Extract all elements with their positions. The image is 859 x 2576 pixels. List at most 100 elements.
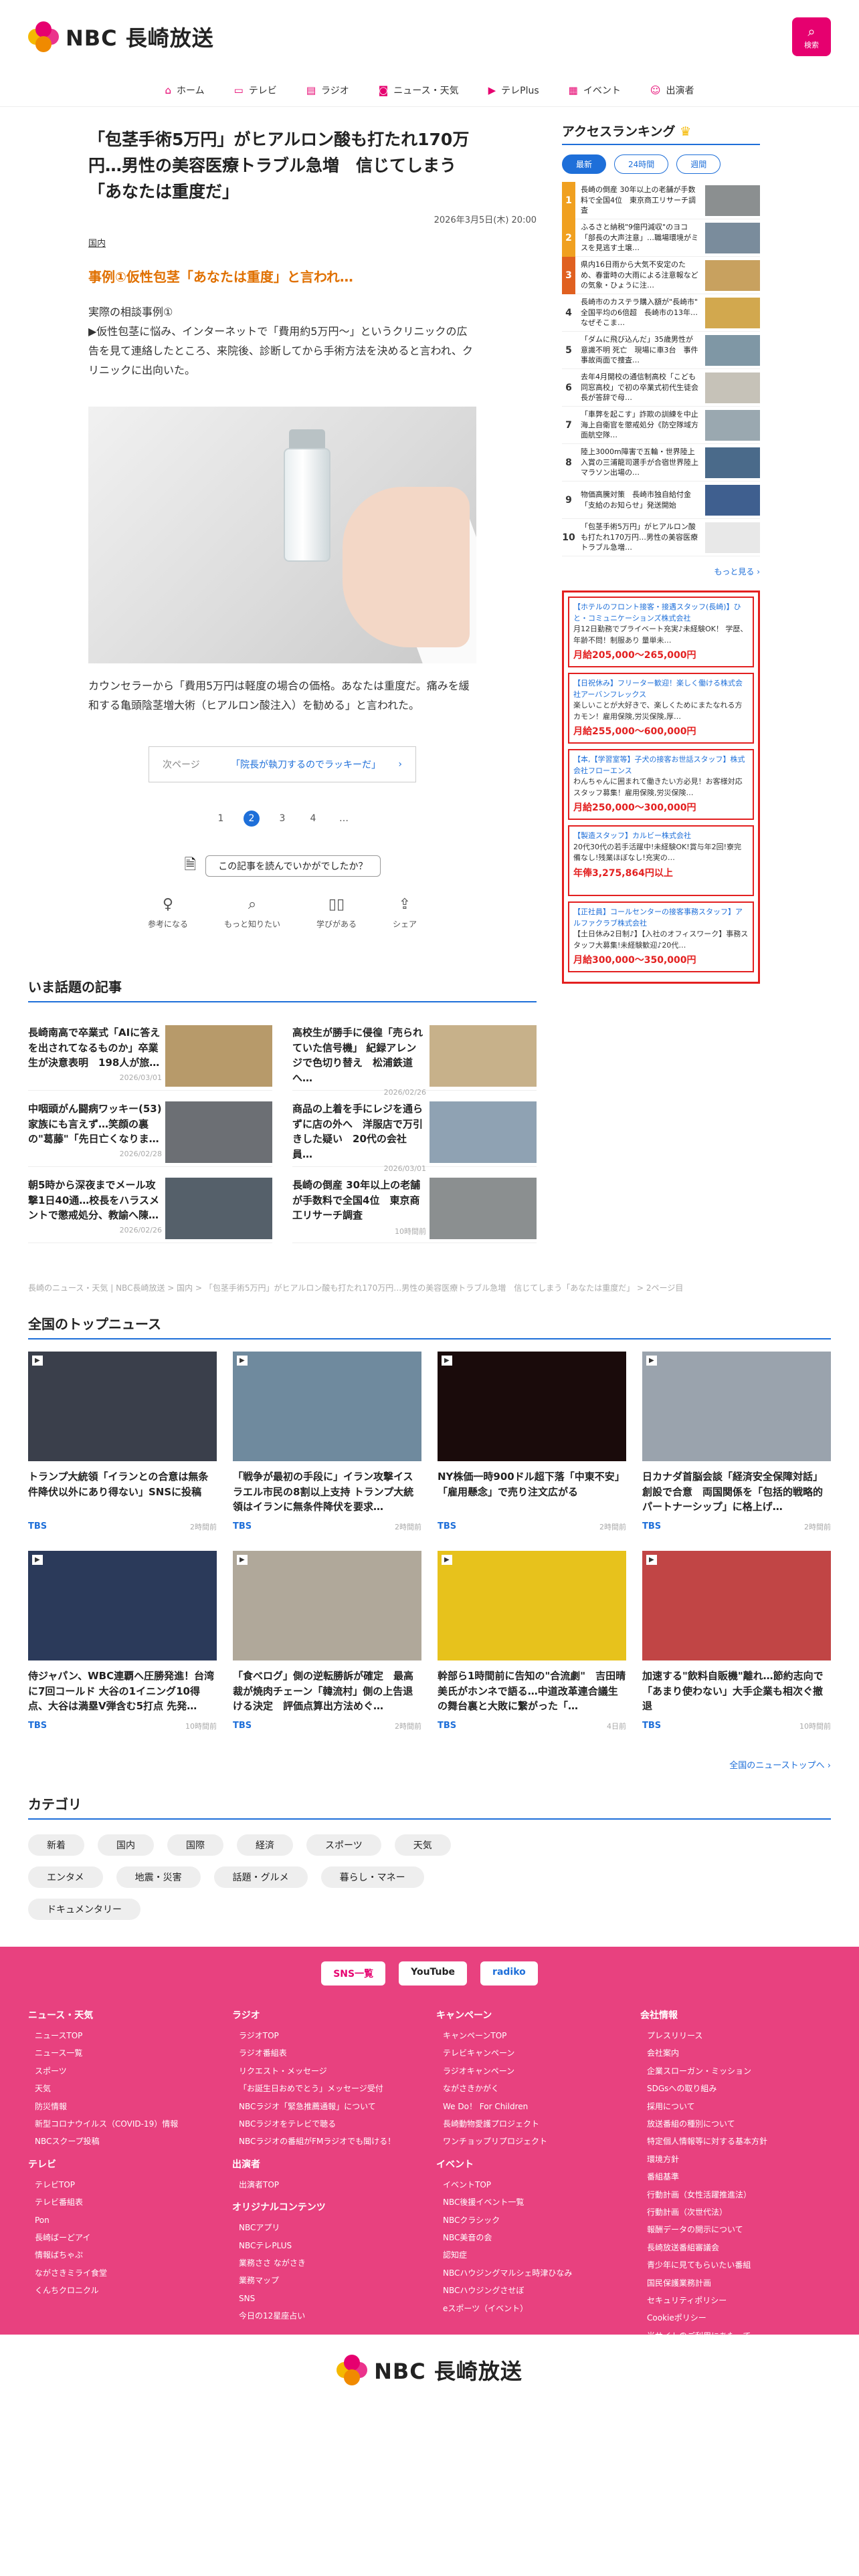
footer-link[interactable]: NBCアプリ [232,2219,423,2236]
page-link[interactable]: 1 [213,811,229,827]
footer-link[interactable]: 環境方針 [640,2151,831,2168]
page-link[interactable]: … [336,811,352,827]
footer-link[interactable]: キャンペーンTOP [436,2027,627,2044]
footer-link[interactable]: NBCハウジングマルシェ時津ひなみ [436,2264,627,2282]
footer-link[interactable]: NBCラジオ「緊急推薦通報」について [232,2098,423,2115]
footer-link[interactable]: ニュースTOP [28,2027,219,2044]
footer-link[interactable]: 業務ささ ながさき [232,2254,423,2272]
footer-link[interactable]: 当サイトのご利用にあたって [640,2327,831,2345]
footer-link[interactable]: 会社案内 [640,2044,831,2062]
ranking-tab[interactable]: 最新 [562,154,607,174]
footer-link[interactable]: 長崎ばーどアイ [28,2229,219,2246]
trending-item[interactable]: 朝5時から深夜までメール攻撃1日40通…校長をハラスメントで懲戒処分、教諭へ陳…… [28,1167,272,1244]
category-chip[interactable]: 国内 [98,1834,154,1856]
footer-link[interactable]: SNS [232,2290,423,2307]
footer-group-title[interactable]: キャンペーン [436,2008,627,2022]
trending-item[interactable]: 長崎の倒産 30年以上の老舗が手数料で全国4位 東京商工リサーチ調査 10時間前 [292,1167,537,1244]
ranking-item[interactable]: 7 「車弊を起こす」詐欺の訓練を中止 海上自衛官を懲戒処分《防空隊域方面航空隊… [562,407,760,444]
job-ad[interactable]: 【本,【学習室等】子犬の接客お世話スタッフ】株式会社フローエンス わんちゃんに囲ま… [568,749,754,820]
footer-link[interactable]: テレビ番組表 [28,2193,219,2211]
footer-link[interactable]: テレビTOP [28,2176,219,2193]
footer-link[interactable]: くんちクロニクル [28,2282,219,2299]
top-news-item[interactable]: ▶ 幹部ら1時間前に告知の"合流劇" 吉田晴美氏がホンネで語る…中道改革連合議生の… [438,1551,626,1731]
footer-link[interactable]: 行動計画（女性活躍推進法） [640,2186,831,2204]
job-ad[interactable]: 【正社員】コールセンターの接客事務スタッフ】アルファクラブ株式会社 【土日休み2日… [568,901,754,972]
reaction-button[interactable]: ♀ 参考になる [148,896,188,930]
footer-external-link[interactable]: radiko [480,1961,538,1986]
top-news-item[interactable]: ▶ 侍ジャパン、WBC連覇へ圧勝発進！台湾に7回コールド 大谷の1イニング10得点… [28,1551,217,1731]
ranking-item[interactable]: 1 長崎の倒産 30年以上の老舗が手数料で全国4位 東京商工リサーチ調査 [562,181,760,219]
footer-link[interactable]: Pon [28,2212,219,2229]
job-ad[interactable]: 【日祝休み】フリーター歓迎！楽しく働ける株式会社アーバンフレックス 楽しいことが大… [568,673,754,744]
job-ad[interactable]: 【ホテルのフロント接客・接遇スタッフ(長崎)】ひと・コミュニケーションズ株式会社… [568,597,754,667]
footer-link[interactable]: 採用について [640,2098,831,2115]
footer-group-title[interactable]: 会社情報 [640,2008,831,2022]
nav-item-6[interactable]: ☺ 出演者 [650,84,694,97]
page-link[interactable]: 3 [274,811,290,827]
category-chip[interactable]: 地震・災害 [116,1866,201,1889]
trending-item[interactable]: 商品の上着を手にレジを通らずに店の外へ 洋服店で万引きした疑い 20代の会社員…… [292,1091,537,1173]
footer-link[interactable]: ワンチョップリプロジェクト [436,2133,627,2150]
ranking-item[interactable]: 8 陸上3000m障害で五輪・世界陸上入賞の三浦龍司選手が合宿世界陸上マラソン出場… [562,444,760,481]
footer-link[interactable]: 国民保護業務計画 [640,2274,831,2292]
footer-link[interactable]: 防災情報 [28,2098,219,2115]
article-region-link[interactable]: 国内 [28,225,537,249]
footer-group-title[interactable]: ニュース・天気 [28,2008,219,2022]
reaction-button[interactable]: ▯▯ 学びがある [316,896,357,930]
next-page-link[interactable]: 次ページ 「院長が執刀するのでラッキーだ」 › [149,746,416,783]
trending-item[interactable]: 中咽頭がん闘病ワッキー(53) 家族にも言えず…笑顔の裏の"葛藤"「先日亡くなり… [28,1091,272,1168]
category-chip[interactable]: 天気 [394,1834,451,1856]
footer-link[interactable]: Cookieポリシー [640,2309,831,2327]
footer-group-title[interactable]: イベント [436,2157,627,2171]
category-chip[interactable]: 新着 [28,1834,84,1856]
site-logo[interactable]: NBC 長崎放送 [28,21,214,52]
footer-link[interactable]: 新型コロナウイルス（COVID-19）情報 [28,2115,219,2133]
footer-link[interactable]: 業務マップ [232,2272,423,2289]
footer-link[interactable]: ながさきかがく [436,2080,627,2097]
trending-item[interactable]: 高校生が勝手に侵徨「売られていた信号機」 紀録アレンジで色切り替え 松浦鉄道へ…… [292,1014,537,1097]
footer-link[interactable]: 天気 [28,2080,219,2097]
footer-link[interactable]: NBC美音の会 [436,2229,627,2246]
nav-item-4[interactable]: ▶ テレPlus [488,84,539,97]
nav-item-5[interactable]: ▦ イベント [569,84,621,97]
footer-link[interactable]: NBCラジオをテレビで聴る [232,2115,423,2133]
footer-link[interactable]: We Do！ For Children [436,2098,627,2115]
footer-external-link[interactable]: YouTube [399,1961,468,1986]
footer-link[interactable]: 企業スローガン・ミッション [640,2062,831,2080]
top-news-more-link[interactable]: 全国のニューストップへ › [28,1758,831,1771]
footer-link[interactable]: ラジオキャンペーン [436,2062,627,2080]
ranking-item[interactable]: 9 物価高騰対策 長崎市独自給付金「支給のお知らせ」発送開始 [562,481,760,519]
ranking-item[interactable]: 2 ふるさと納税"9億円減収"のヨコ「部長の大声注意」…職場環境がミスを見逃す土壌… [562,219,760,257]
reaction-button[interactable]: ⇪ シェア [393,896,417,930]
footer-link[interactable]: 長崎放送番組審議会 [640,2239,831,2256]
ranking-tab[interactable]: 24時間 [614,154,669,174]
page-link[interactable]: 2 [244,811,260,827]
footer-link[interactable]: 出演者TOP [232,2176,423,2193]
footer-link[interactable]: リクエスト・メッセージ [232,2062,423,2080]
ranking-more-link[interactable]: もっと見る › [562,566,760,577]
footer-link[interactable]: プレスリリース [640,2027,831,2044]
ranking-item[interactable]: 6 去年4月開校の通信制高校「こども同窓高校」で初の卒業式初代生徒会長が答辞で母… [562,369,760,407]
footer-link[interactable]: NBCテレPLUS [232,2237,423,2254]
footer-link[interactable]: ラジオ番組表 [232,2044,423,2062]
top-news-item[interactable]: ▶ NY株価一時900ドル超下落「中東不安」「雇用懸念」で売り注文広がる TBS 2時… [438,1352,626,1532]
top-news-item[interactable]: ▶ トランプ大統領「イランとの合意は無条件降伏以外にあり得ない」SNSに投稿 TBS… [28,1352,217,1532]
nav-item-0[interactable]: ⌂ ホーム [165,84,205,97]
ranking-tab[interactable]: 週間 [676,154,721,174]
footer-link[interactable]: 青少年に見てもらいたい番組 [640,2256,831,2274]
ranking-item[interactable]: 3 県内16日雨から大気不安定のため、春雷時の大雨による注意報などの気象・ひょうに… [562,256,760,294]
footer-link[interactable]: 行動計画（次世代法） [640,2204,831,2221]
top-news-item[interactable]: ▶ 「食べログ」側の逆転勝訴が確定 最高裁が焼肉チェーン「韓流村」側の上告退ける決… [233,1551,421,1731]
footer-link[interactable]: 特定個人情報等に対する基本方針 [640,2133,831,2150]
footer-link[interactable]: NBCハウジングさせぼ [436,2282,627,2299]
category-chip[interactable]: 経済 [237,1834,293,1856]
footer-link[interactable]: 今日の12星座占い [232,2307,423,2325]
footer-link[interactable]: テレビキャンペーン [436,2044,627,2062]
footer-link[interactable]: 認知症 [436,2246,627,2264]
category-chip[interactable]: 国際 [167,1834,223,1856]
footer-link[interactable]: SDGsへの取り組み [640,2080,831,2097]
footer-link[interactable]: スポーツ [28,2062,219,2080]
footer-external-link[interactable]: SNS一覧 [321,1961,386,1986]
footer-link[interactable]: 「お誕生日おめでとう」メッセージ受付 [232,2080,423,2097]
trending-item[interactable]: 長崎南高で卒業式「AIに答えを出されてなるものか」卒業生が決意表明 198人が旅… [28,1014,272,1091]
